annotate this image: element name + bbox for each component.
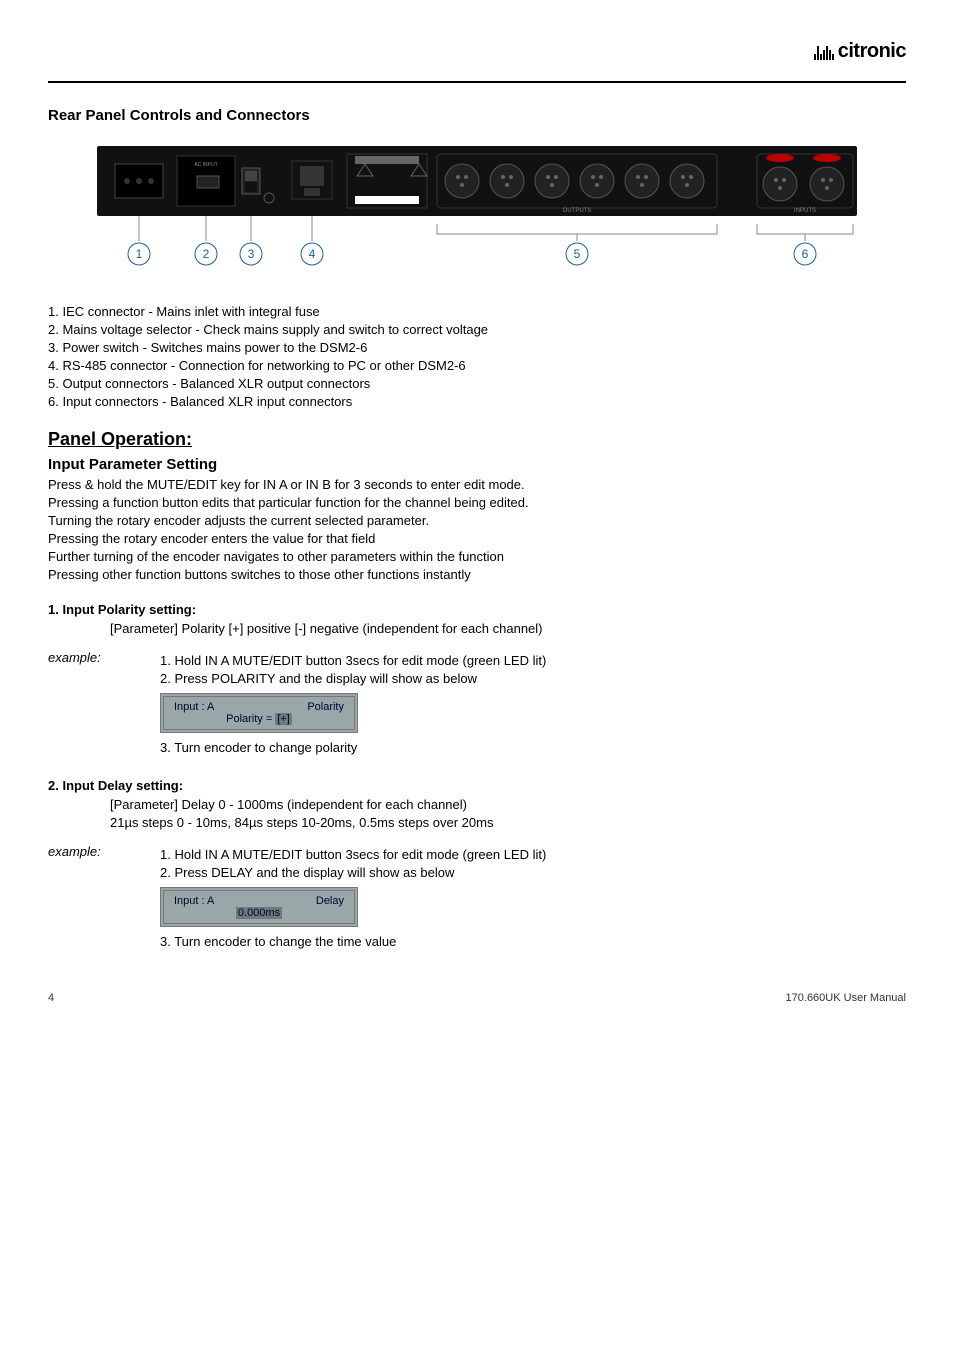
- brand-text: citronic: [838, 40, 906, 63]
- lcd-line2-prefix: Polarity =: [226, 713, 275, 725]
- section-title: Rear Panel Controls and Connectors: [48, 107, 906, 124]
- lcd-line2-box: [+]: [275, 713, 292, 725]
- lcd-line2-box: 0.000ms: [236, 907, 282, 919]
- rear-panel-diagram: AC INPUT OUTPUTS: [48, 146, 906, 276]
- delay-step: 3. Turn encoder to change the time value: [160, 934, 546, 949]
- svg-text:3: 3: [248, 247, 255, 261]
- lcd-left: Input : A: [174, 701, 214, 713]
- delay-heading: 2. Input Delay setting:: [48, 778, 906, 793]
- list-item: 1. IEC connector - Mains inlet with inte…: [48, 304, 906, 319]
- svg-text:5: 5: [574, 247, 581, 261]
- intro-text: Pressing other function buttons switches…: [48, 567, 906, 582]
- svg-text:4: 4: [309, 247, 316, 261]
- lcd-left: Input : A: [174, 895, 214, 907]
- panel-item-list: 1. IEC connector - Mains inlet with inte…: [48, 304, 906, 409]
- list-item: 6. Input connectors - Balanced XLR input…: [48, 394, 906, 409]
- delay-example: example: 1. Hold IN A MUTE/EDIT button 3…: [48, 844, 906, 952]
- svg-text:6: 6: [802, 247, 809, 261]
- svg-text:AC INPUT: AC INPUT: [194, 162, 217, 168]
- list-item: 2. Mains voltage selector - Check mains …: [48, 322, 906, 337]
- example-label: example:: [48, 844, 110, 952]
- page-header: citronic: [48, 40, 906, 83]
- page-number: 4: [48, 992, 54, 1004]
- intro-text: Press & hold the MUTE/EDIT key for IN A …: [48, 477, 906, 492]
- delay-step: 2. Press DELAY and the display will show…: [160, 865, 546, 880]
- polarity-example: example: 1. Hold IN A MUTE/EDIT button 3…: [48, 650, 906, 758]
- polarity-step: 3. Turn encoder to change polarity: [160, 740, 546, 755]
- polarity-heading: 1. Input Polarity setting:: [48, 602, 906, 617]
- delay-step: 1. Hold IN A MUTE/EDIT button 3secs for …: [160, 847, 546, 862]
- polarity-step: 1. Hold IN A MUTE/EDIT button 3secs for …: [160, 653, 546, 668]
- panel-operation-heading: Panel Operation:: [48, 429, 906, 450]
- svg-text:2: 2: [203, 247, 210, 261]
- lcd-display-delay: Input : A Delay 0.000ms: [160, 887, 358, 927]
- svg-text:OUTPUTS: OUTPUTS: [563, 208, 592, 214]
- polarity-param: [Parameter] Polarity [+] positive [-] ne…: [110, 621, 906, 636]
- intro-text: Pressing the rotary encoder enters the v…: [48, 531, 906, 546]
- page-footer: 4 170.660UK User Manual: [48, 992, 906, 1004]
- list-item: 4. RS-485 connector - Connection for net…: [48, 358, 906, 373]
- delay-param: 21µs steps 0 - 10ms, 84µs steps 10-20ms,…: [110, 815, 906, 830]
- lcd-right: Polarity: [307, 701, 344, 713]
- delay-param: [Parameter] Delay 0 - 1000ms (independen…: [110, 797, 906, 812]
- list-item: 5. Output connectors - Balanced XLR outp…: [48, 376, 906, 391]
- intro-text: Further turning of the encoder navigates…: [48, 549, 906, 564]
- brand-logo: citronic: [814, 40, 906, 63]
- intro-text: Turning the rotary encoder adjusts the c…: [48, 513, 906, 528]
- brand-bars-icon: [814, 44, 834, 60]
- lcd-right: Delay: [316, 895, 344, 907]
- list-item: 3. Power switch - Switches mains power t…: [48, 340, 906, 355]
- intro-text: Pressing a function button edits that pa…: [48, 495, 906, 510]
- lcd-display-polarity: Input : A Polarity Polarity = [+]: [160, 693, 358, 733]
- input-parameter-heading: Input Parameter Setting: [48, 456, 906, 473]
- polarity-step: 2. Press POLARITY and the display will s…: [160, 671, 546, 686]
- doc-id: 170.660UK User Manual: [786, 992, 906, 1004]
- svg-text:1: 1: [136, 247, 143, 261]
- example-label: example:: [48, 650, 110, 758]
- svg-text:INPUTS: INPUTS: [794, 208, 816, 214]
